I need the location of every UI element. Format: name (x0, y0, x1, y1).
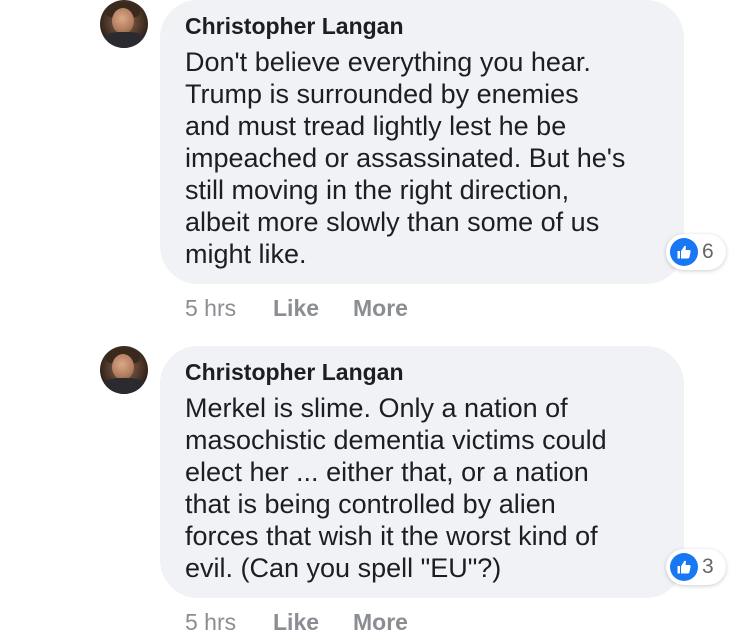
more-button[interactable]: More (353, 294, 408, 322)
comment-author[interactable]: Christopher Langan (185, 358, 660, 386)
comment-actions: 5 hrs Like More (185, 294, 408, 322)
comment-text: Merkel is slime. Only a nation of masoch… (185, 393, 607, 583)
comment-bubble: Christopher Langan Don't believe everyth… (160, 0, 684, 284)
timestamp[interactable]: 5 hrs (185, 608, 273, 636)
timestamp[interactable]: 5 hrs (185, 294, 273, 322)
like-button[interactable]: Like (273, 294, 353, 322)
more-button[interactable]: More (353, 608, 408, 636)
comment-actions: 5 hrs Like More (185, 608, 408, 636)
reaction-count: 6 (702, 240, 714, 263)
thumbs-up-icon (670, 238, 698, 266)
reaction-summary[interactable]: 6 (666, 234, 726, 270)
reaction-count: 3 (702, 555, 714, 578)
comment-bubble: Christopher Langan Merkel is slime. Only… (160, 346, 684, 598)
comment-text: Don't believe everything you hear. Trump… (185, 47, 626, 269)
reaction-summary[interactable]: 3 (666, 549, 726, 585)
thumbs-up-icon (670, 553, 698, 581)
like-button[interactable]: Like (273, 608, 353, 636)
avatar[interactable] (100, 0, 148, 48)
comment-author[interactable]: Christopher Langan (185, 12, 660, 40)
avatar[interactable] (100, 346, 148, 394)
